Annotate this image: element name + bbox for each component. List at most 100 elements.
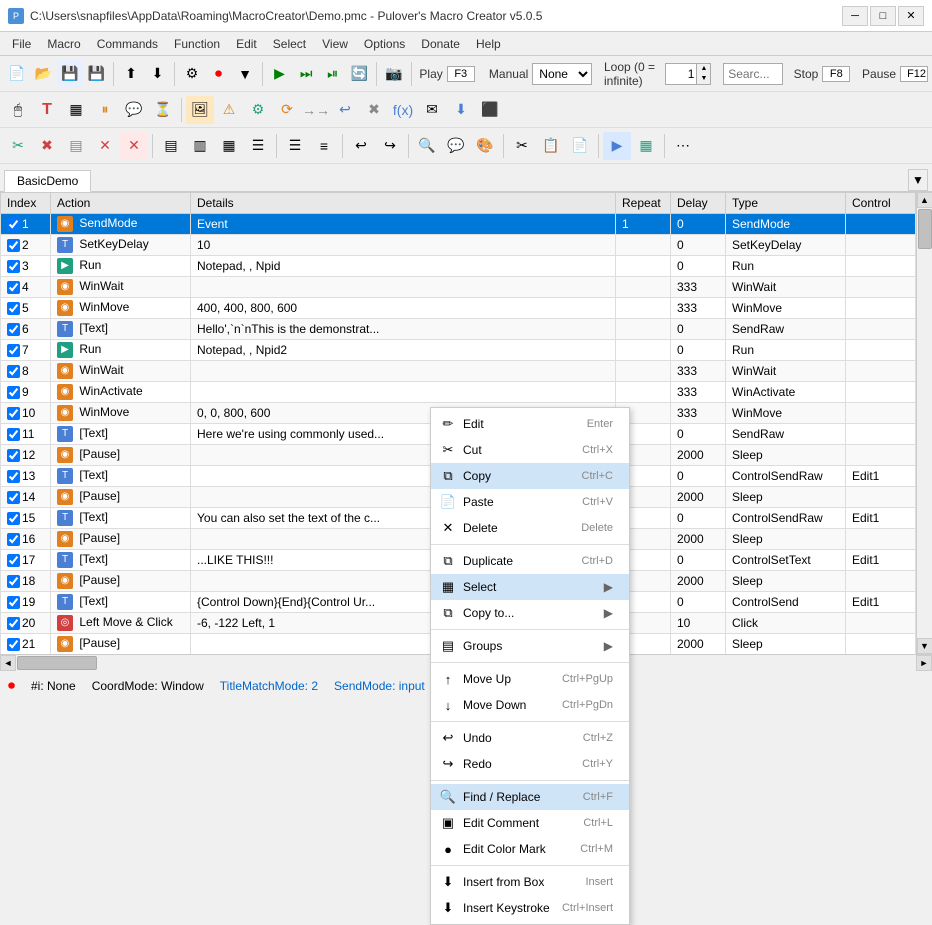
context-menu-item-undo[interactable]: ↩ Undo Ctrl+Z [431,725,629,751]
row-checkbox[interactable] [7,491,20,504]
row-checkbox[interactable] [7,596,20,609]
search-btn[interactable]: 🔍 [413,132,441,160]
hscroll-right-btn[interactable]: ► [916,655,932,671]
tb2-btn10[interactable]: ⟳ [273,96,301,124]
menu-item-help[interactable]: Help [468,35,509,53]
edit-btn11[interactable]: ≡ [310,132,338,160]
row-checkbox[interactable] [7,344,20,357]
play-fast-button[interactable]: ⏭ [293,60,319,88]
manual-select[interactable]: None [532,63,592,85]
context-menu-item-moveup[interactable]: ↑ Move Up Ctrl+PgUp [431,666,629,692]
context-menu-item-copyto[interactable]: ⧉ Copy to... ▶ [431,600,629,626]
table-row[interactable]: 1 ◉ SendMode Event 1 0 SendMode [1,214,916,235]
edit-btn9[interactable]: ☰ [244,132,272,160]
close-button[interactable]: ✕ [898,6,924,26]
save-as-button[interactable]: 💾 [84,60,110,88]
tab-basicdemo[interactable]: BasicDemo [4,170,91,192]
col-control[interactable]: Control [846,193,916,214]
vertical-scrollbar[interactable]: ▲ ▼ [916,192,932,654]
tb2-btn9[interactable]: ⚙ [244,96,272,124]
row-checkbox[interactable] [7,365,20,378]
table-row[interactable]: 6 T [Text] Hello',`n`nThis is the demons… [1,319,916,340]
row-checkbox[interactable] [7,218,20,231]
col-details[interactable]: Details [191,193,616,214]
search-input[interactable] [723,63,783,85]
tb2-btn5[interactable]: 💬 [120,96,148,124]
tb2-btn12[interactable]: ↩ [331,96,359,124]
paste2-btn[interactable]: 📄 [566,132,594,160]
menu-item-file[interactable]: File [4,35,39,53]
context-menu-item-delete[interactable]: ✕ Delete Delete [431,515,629,541]
row-checkbox[interactable] [7,575,20,588]
context-menu-item-groups[interactable]: ▤ Groups ▶ [431,633,629,659]
edit-btn1[interactable]: ✂ [4,132,32,160]
edit-btn2[interactable]: ✖ [33,132,61,160]
refresh-button[interactable]: 🔄 [346,60,372,88]
play-step-button[interactable]: ⏯ [320,60,346,88]
titlematch-link[interactable]: TitleMatchMode: 2 [220,679,318,693]
maximize-button[interactable]: □ [870,6,896,26]
tb2-btn15[interactable]: ✉ [418,96,446,124]
row-checkbox[interactable] [7,554,20,567]
menu-item-commands[interactable]: Commands [89,35,166,53]
play-button[interactable]: ▶ [267,60,293,88]
tb2-btn13[interactable]: ✖ [360,96,388,124]
context-menu-item-cut[interactable]: ✂ Cut Ctrl+X [431,437,629,463]
col-index[interactable]: Index [1,193,51,214]
edit-btn8[interactable]: ▦ [215,132,243,160]
tb2-btn17[interactable]: ⬛ [476,96,504,124]
minimize-button[interactable]: ─ [842,6,868,26]
edit-btn6[interactable]: ▤ [157,132,185,160]
context-menu-item-duplicate[interactable]: ⧉ Duplicate Ctrl+D [431,548,629,574]
menu-item-donate[interactable]: Donate [413,35,468,53]
edit-btn5[interactable]: ✕ [120,132,148,160]
table-row[interactable]: 9 ◉ WinActivate 333 WinActivate [1,382,916,403]
col-repeat[interactable]: Repeat [616,193,671,214]
edit-btn3[interactable]: ▤ [62,132,90,160]
table-row[interactable]: 4 ◉ WinWait 333 WinWait [1,277,916,298]
context-menu-item-insertkeystroke[interactable]: ⬇ Insert Keystroke Ctrl+Insert [431,895,629,921]
more-btn[interactable]: ⋯ [669,132,697,160]
record-button[interactable]: ⏺ [206,60,232,88]
row-checkbox[interactable] [7,617,20,630]
row-checkbox[interactable] [7,638,20,651]
edit-btn10[interactable]: ☰ [281,132,309,160]
menu-item-options[interactable]: Options [356,35,413,53]
tb2-btn3[interactable]: ▦ [62,96,90,124]
menu-item-function[interactable]: Function [166,35,228,53]
move-up-button[interactable]: ⬆ [118,60,144,88]
edit-btn4[interactable]: ✕ [91,132,119,160]
hscroll-thumb[interactable] [17,656,97,670]
stop-key[interactable]: F8 [822,66,850,82]
tb2-btn8[interactable]: ⚠ [215,96,243,124]
loop-spinner[interactable]: ▲ ▼ [665,63,711,85]
row-checkbox[interactable] [7,533,20,546]
copy2-btn[interactable]: 📋 [537,132,565,160]
tb2-btn14[interactable]: f(x) [389,96,417,124]
row-checkbox[interactable] [7,239,20,252]
row-checkbox[interactable] [7,386,20,399]
menu-item-view[interactable]: View [314,35,356,53]
edit-btn7[interactable]: ▥ [186,132,214,160]
scroll-track[interactable] [917,208,932,638]
table-row[interactable]: 2 T SetKeyDelay 10 0 SetKeyDelay [1,235,916,256]
sendmode-link[interactable]: SendMode: input [334,679,425,693]
context-menu-item-edit[interactable]: ✏ Edit Enter [431,411,629,437]
context-menu-item-redo[interactable]: ↪ Redo Ctrl+Y [431,751,629,777]
col-action[interactable]: Action [51,193,191,214]
row-checkbox[interactable] [7,407,20,420]
menu-item-edit[interactable]: Edit [228,35,265,53]
tb2-btn11[interactable]: →→ [302,96,330,124]
tab-arrow-btn[interactable]: ▼ [908,169,928,191]
row-checkbox[interactable] [7,428,20,441]
table-row[interactable]: 5 ◉ WinMove 400, 400, 800, 600 333 WinMo… [1,298,916,319]
row-checkbox[interactable] [7,323,20,336]
run-btn[interactable]: ▶ [603,132,631,160]
record-dropdown[interactable]: ▼ [232,60,258,88]
row-checkbox[interactable] [7,281,20,294]
new-button[interactable]: 📄 [4,60,30,88]
context-menu-item-findreplace[interactable]: 🔍 Find / Replace Ctrl+F [431,784,629,810]
tb2-btn7[interactable]: 🖼 [186,96,214,124]
scroll-thumb[interactable] [918,209,932,249]
tb2-btn16[interactable]: ⬇ [447,96,475,124]
